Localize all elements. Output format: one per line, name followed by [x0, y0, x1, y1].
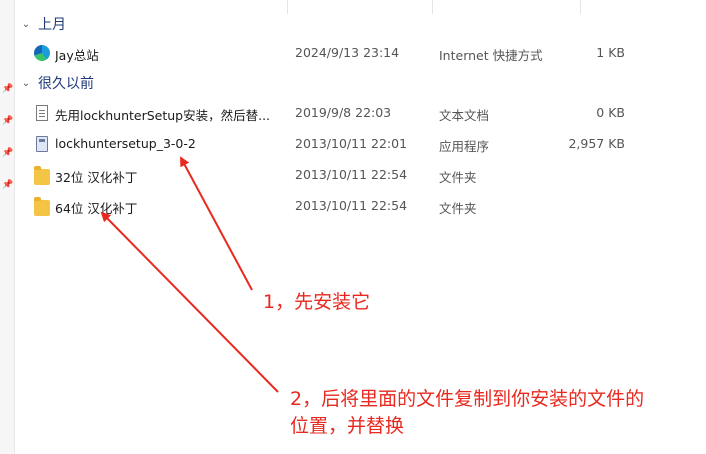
file-date: 2013/10/11 22:01	[295, 136, 408, 151]
arrow-to-patch-64	[100, 211, 279, 393]
file-date: 2013/10/11 22:54	[295, 198, 408, 213]
pin-icon[interactable]: 📌	[2, 180, 13, 190]
file-name: lockhuntersetup_3-0-2	[55, 136, 196, 151]
group-header-label: 上月	[38, 17, 66, 33]
file-type: 文件夹	[439, 170, 477, 185]
file-name: 32位 汉化补丁	[55, 170, 138, 185]
file-date: 2013/10/11 22:54	[295, 167, 408, 182]
column-divider	[580, 0, 581, 14]
file-date: 2019/9/8 22:03	[295, 105, 392, 120]
navigation-pane-edge: 📌 📌 📌 📌	[0, 0, 15, 454]
file-row-jay[interactable]: Jay总站 2024/9/13 23:14 Internet 快捷方式 1 KB	[14, 38, 706, 68]
annotation-step-2-line-2: 位置，并替换	[290, 415, 405, 437]
folder-icon	[34, 197, 50, 216]
file-type: 文件夹	[439, 201, 477, 216]
file-type: 文本文档	[439, 108, 490, 123]
folder-icon	[34, 166, 50, 185]
pin-icon[interactable]: 📌	[2, 148, 13, 158]
annotation-step-1: 1，先安装它	[263, 291, 371, 313]
text-document-icon	[36, 105, 48, 121]
file-type: Internet 快捷方式	[439, 48, 543, 63]
file-size: 0 KB	[596, 105, 625, 120]
group-header-label: 很久以前	[38, 76, 94, 92]
file-date: 2024/9/13 23:14	[295, 45, 400, 60]
column-divider	[432, 0, 433, 14]
file-row-patch-32[interactable]: 32位 汉化补丁 2013/10/11 22:54 文件夹	[14, 160, 706, 190]
file-type: 应用程序	[439, 139, 490, 154]
file-row-setup[interactable]: lockhuntersetup_3-0-2 2013/10/11 22:01 应…	[14, 129, 706, 159]
file-size: 1 KB	[596, 45, 625, 60]
chevron-down-icon[interactable]: ⌄	[20, 78, 32, 89]
file-size: 2,957 KB	[568, 136, 625, 151]
file-name: 64位 汉化补丁	[55, 201, 138, 216]
file-name: Jay总站	[55, 48, 99, 63]
annotation-step-2-line-1: 2，后将里面的文件复制到你安装的文件的	[290, 388, 645, 410]
pin-icon[interactable]: 📌	[2, 116, 13, 126]
pin-icon[interactable]: 📌	[2, 84, 13, 94]
group-header-long-ago[interactable]: ⌄ 很久以前	[20, 72, 94, 94]
chevron-down-icon[interactable]: ⌄	[20, 19, 32, 30]
file-row-readme[interactable]: 先用lockhunterSetup安装，然后替... 2019/9/8 22:0…	[14, 98, 706, 128]
file-name: 先用lockhunterSetup安装，然后替...	[55, 108, 271, 123]
application-icon	[36, 136, 48, 152]
group-header-last-month[interactable]: ⌄ 上月	[20, 13, 66, 35]
column-divider	[287, 0, 288, 14]
edge-shortcut-icon	[34, 45, 50, 61]
file-row-patch-64[interactable]: 64位 汉化补丁 2013/10/11 22:54 文件夹	[14, 191, 706, 221]
